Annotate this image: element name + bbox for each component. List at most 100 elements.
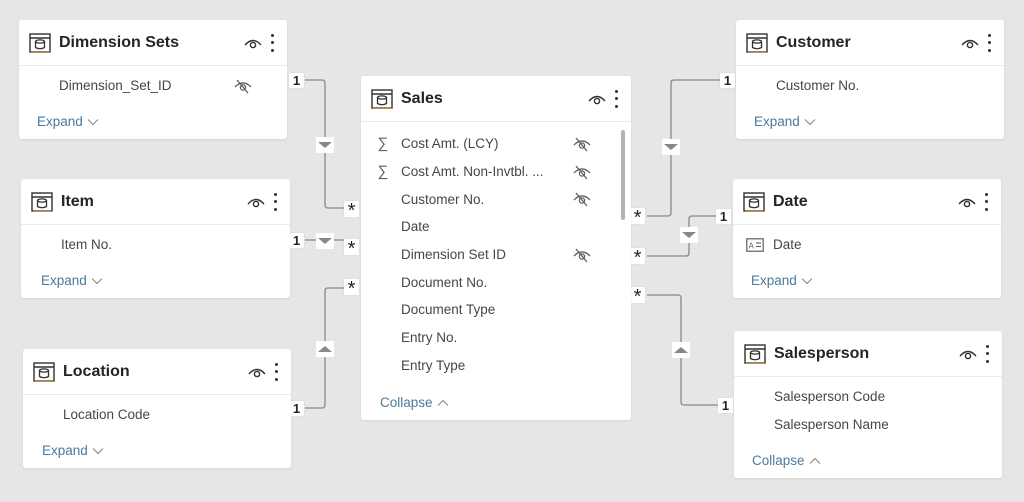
field-row[interactable]: Salesperson Name bbox=[734, 411, 1002, 439]
field-name: Entry No. bbox=[401, 330, 458, 346]
expand-label: Expand bbox=[37, 114, 83, 129]
more-options-icon[interactable] bbox=[275, 362, 279, 381]
chevron-down-icon bbox=[91, 277, 103, 285]
cardinality-one: 1 bbox=[716, 209, 731, 224]
table-card-date[interactable]: Date Date Expand bbox=[733, 179, 1001, 298]
sigma-icon: ∑ bbox=[377, 135, 389, 153]
field-row[interactable]: ∑ Cost Amt. Non-Invtbl. ... bbox=[361, 158, 631, 186]
field-row[interactable]: ∑ Cost Amt. (LCY) bbox=[361, 130, 631, 158]
expand-button[interactable]: Expand bbox=[37, 114, 99, 129]
field-name: Customer No. bbox=[776, 78, 860, 94]
table-title: Location bbox=[63, 362, 130, 380]
field-name: Entry Type bbox=[401, 357, 466, 373]
table-header[interactable]: Dimension Sets bbox=[19, 20, 287, 66]
table-card-location[interactable]: Location Location Code Expand bbox=[23, 349, 291, 468]
table-card-salesperson[interactable]: Salesperson Salesperson Code Salesperson… bbox=[734, 331, 1002, 478]
more-options-icon[interactable] bbox=[615, 89, 619, 108]
table-header[interactable]: Location bbox=[23, 349, 291, 395]
eye-icon[interactable] bbox=[958, 347, 978, 361]
filter-direction-arrow-down[interactable] bbox=[316, 233, 334, 249]
chevron-down-icon bbox=[804, 118, 816, 126]
more-options-icon[interactable] bbox=[274, 192, 278, 211]
eye-icon[interactable] bbox=[247, 365, 267, 379]
eye-hidden-icon[interactable] bbox=[572, 136, 592, 152]
filter-direction-arrow-down[interactable] bbox=[662, 139, 680, 155]
collapse-button[interactable]: Collapse bbox=[380, 395, 449, 410]
table-card-dimension-sets[interactable]: Dimension Sets Dimension_Set_ID Expand bbox=[19, 20, 287, 139]
cardinality-one: 1 bbox=[289, 233, 304, 248]
table-icon bbox=[29, 33, 51, 53]
table-header[interactable]: Date bbox=[733, 179, 1001, 225]
field-row[interactable]: Item No. bbox=[21, 231, 290, 259]
field-row[interactable]: Entry Type bbox=[361, 352, 631, 380]
field-name: Item No. bbox=[61, 237, 113, 253]
more-options-icon[interactable] bbox=[271, 33, 275, 52]
table-icon bbox=[743, 192, 765, 212]
table-card-customer[interactable]: Customer Customer No. Expand bbox=[736, 20, 1004, 139]
filter-direction-arrow-up[interactable] bbox=[316, 341, 334, 357]
table-card-item[interactable]: Item Item No. Expand bbox=[21, 179, 290, 298]
more-options-icon[interactable] bbox=[988, 33, 992, 52]
field-name: Dimension Set ID bbox=[401, 247, 507, 263]
field-name: Document Type bbox=[401, 302, 496, 318]
table-title: Date bbox=[773, 192, 808, 210]
expand-button[interactable]: Expand bbox=[42, 443, 104, 458]
field-name: Cost Amt. Non-Invtbl. ... bbox=[401, 164, 544, 180]
field-row[interactable]: Document No. bbox=[361, 268, 631, 296]
eye-icon[interactable] bbox=[960, 36, 980, 50]
table-header[interactable]: Sales bbox=[361, 76, 631, 122]
field-row[interactable]: Salesperson Code bbox=[734, 383, 1002, 411]
eye-icon[interactable] bbox=[587, 92, 607, 106]
cardinality-many: * bbox=[344, 279, 359, 299]
field-name: Customer No. bbox=[401, 191, 485, 207]
filter-direction-arrow-down[interactable] bbox=[316, 137, 334, 153]
field-row[interactable]: Dimension_Set_ID bbox=[19, 72, 287, 100]
field-row[interactable]: Date bbox=[733, 231, 1001, 259]
more-options-icon[interactable] bbox=[986, 344, 990, 363]
collapse-label: Collapse bbox=[380, 395, 433, 410]
more-options-icon[interactable] bbox=[985, 192, 989, 211]
cardinality-many: * bbox=[344, 239, 359, 259]
field-row[interactable]: Date bbox=[361, 213, 631, 241]
table-header[interactable]: Customer bbox=[736, 20, 1004, 66]
eye-hidden-icon[interactable] bbox=[572, 191, 592, 207]
field-row[interactable]: Entry No. bbox=[361, 324, 631, 352]
expand-button[interactable]: Expand bbox=[751, 273, 813, 288]
table-card-sales[interactable]: Sales ∑ Cost Amt. (LCY) ∑ Cost Amt. Non-… bbox=[361, 76, 631, 420]
field-row[interactable]: Document Type bbox=[361, 296, 631, 324]
field-row[interactable]: Customer No. bbox=[361, 185, 631, 213]
field-name: Cost Amt. (LCY) bbox=[401, 136, 499, 152]
filter-direction-arrow-down[interactable] bbox=[680, 227, 698, 243]
filter-direction-arrow-up[interactable] bbox=[672, 342, 690, 358]
arrow-down-icon bbox=[682, 232, 696, 238]
chevron-down-icon bbox=[92, 447, 104, 455]
eye-hidden-icon[interactable] bbox=[572, 247, 592, 263]
collapse-button[interactable]: Collapse bbox=[752, 453, 821, 468]
scrollbar[interactable] bbox=[621, 130, 625, 220]
chevron-down-icon bbox=[87, 118, 99, 126]
expand-button[interactable]: Expand bbox=[754, 114, 816, 129]
sigma-icon: ∑ bbox=[377, 163, 389, 181]
cardinality-one: 1 bbox=[289, 401, 304, 416]
table-icon bbox=[33, 362, 55, 382]
eye-icon[interactable] bbox=[243, 36, 263, 50]
arrow-down-icon bbox=[664, 144, 678, 150]
eye-icon[interactable] bbox=[246, 195, 266, 209]
cardinality-one: 1 bbox=[289, 73, 304, 88]
eye-hidden-icon[interactable] bbox=[233, 78, 253, 94]
table-header[interactable]: Salesperson bbox=[734, 331, 1002, 377]
expand-label: Expand bbox=[751, 273, 797, 288]
collapse-label: Collapse bbox=[752, 453, 805, 468]
table-title: Customer bbox=[776, 33, 851, 51]
arrow-down-icon bbox=[318, 238, 332, 244]
table-icon bbox=[746, 33, 768, 53]
field-name: Dimension_Set_ID bbox=[59, 78, 172, 94]
eye-hidden-icon[interactable] bbox=[572, 164, 592, 180]
field-name: Document No. bbox=[401, 274, 488, 290]
table-header[interactable]: Item bbox=[21, 179, 290, 225]
field-row[interactable]: Location Code bbox=[23, 401, 291, 429]
expand-button[interactable]: Expand bbox=[41, 273, 103, 288]
eye-icon[interactable] bbox=[957, 195, 977, 209]
field-row[interactable]: Customer No. bbox=[736, 72, 1004, 100]
field-row[interactable]: Dimension Set ID bbox=[361, 241, 631, 269]
